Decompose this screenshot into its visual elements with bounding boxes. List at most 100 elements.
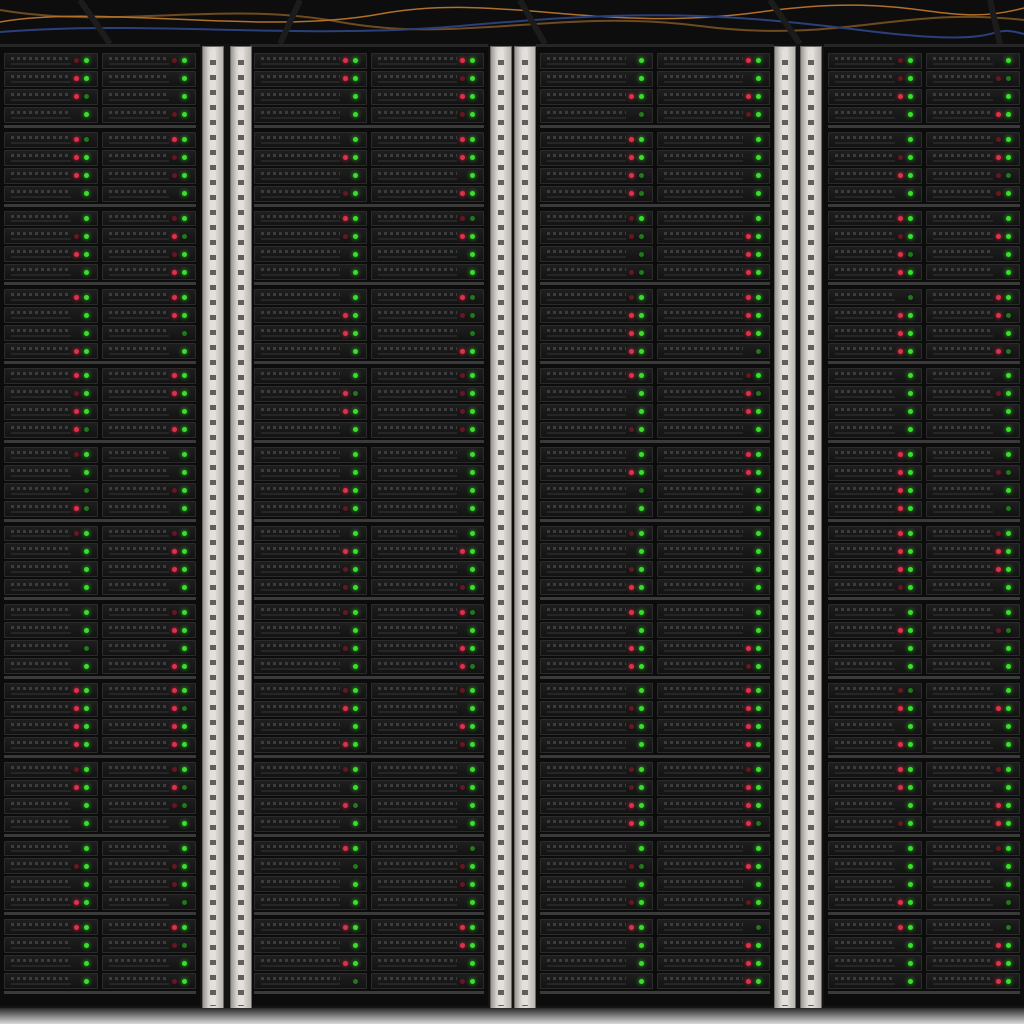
status-led-icon (908, 269, 913, 275)
drive-tray (371, 761, 484, 778)
status-led-icon (470, 978, 475, 984)
status-led-icon (908, 663, 913, 669)
status-led-icon (996, 391, 1001, 397)
status-led-icon (470, 821, 475, 827)
server-chassis (4, 368, 196, 443)
status-led-icon (182, 330, 187, 336)
status-led-icon (182, 566, 187, 572)
drive-bay (371, 131, 484, 202)
status-led-icon (1006, 76, 1011, 82)
server-chassis (254, 683, 484, 758)
status-led-icon (629, 609, 634, 615)
status-led-icon (756, 58, 761, 64)
status-led-icon (84, 191, 89, 197)
status-led-icon (172, 373, 177, 379)
drive-tray (102, 973, 196, 989)
status-led-icon (639, 409, 644, 415)
status-led-icon (1006, 821, 1011, 827)
status-led-icon (1006, 312, 1011, 318)
status-led-icon (84, 706, 89, 712)
status-led-icon (908, 191, 913, 197)
drive-tray (828, 421, 922, 438)
status-led-icon (746, 663, 751, 669)
drive-tray (657, 561, 770, 578)
status-led-icon (908, 312, 913, 318)
server-chassis (828, 446, 1020, 522)
status-led-icon (182, 173, 187, 179)
drive-tray (102, 421, 196, 438)
status-led-icon (898, 173, 903, 179)
drive-tray (657, 622, 770, 639)
server-chassis (540, 604, 770, 679)
drive-bay (254, 289, 367, 359)
status-led-icon (1006, 409, 1011, 415)
drive-tray (657, 973, 770, 989)
drive-tray (102, 53, 196, 69)
drive-tray (657, 210, 770, 227)
drive-tray (828, 446, 922, 463)
drive-tray (540, 307, 653, 324)
status-led-icon (460, 112, 465, 118)
drive-tray (926, 840, 1020, 857)
status-led-icon (639, 821, 644, 827)
status-led-icon (182, 724, 187, 730)
status-led-icon (639, 294, 644, 300)
drive-tray (828, 482, 922, 499)
status-led-icon (470, 924, 475, 930)
drive-tray (657, 325, 770, 342)
status-led-icon (898, 330, 903, 336)
drive-tray (828, 307, 922, 324)
status-led-icon (470, 94, 475, 100)
drive-tray (371, 131, 484, 148)
status-led-icon (898, 215, 903, 221)
status-led-icon (84, 609, 89, 615)
drive-tray (254, 543, 367, 560)
drive-tray (102, 683, 196, 699)
status-led-icon (746, 942, 751, 948)
drive-tray (657, 815, 770, 832)
status-led-icon (996, 767, 1001, 773)
server-chassis (828, 289, 1020, 364)
drive-tray (4, 246, 98, 263)
status-led-icon (756, 312, 761, 318)
status-led-icon (746, 803, 751, 809)
status-led-icon (353, 645, 358, 651)
drive-tray (102, 604, 196, 621)
drive-bay (254, 210, 367, 281)
drive-bay (926, 289, 1020, 359)
server-chassis (254, 604, 484, 679)
status-led-icon (756, 506, 761, 512)
drive-tray (828, 131, 922, 148)
status-led-icon (84, 58, 89, 64)
status-led-icon (756, 881, 761, 887)
status-led-icon (908, 155, 913, 161)
drive-tray (926, 385, 1020, 402)
drive-tray (657, 307, 770, 324)
status-led-icon (353, 863, 358, 869)
status-led-icon (898, 488, 903, 494)
drive-tray (657, 421, 770, 438)
drive-tray (540, 167, 653, 184)
status-led-icon (172, 767, 177, 773)
drive-bay (4, 210, 98, 281)
status-led-icon (460, 548, 465, 554)
drive-tray (828, 604, 922, 621)
drive-tray (926, 761, 1020, 778)
drive-tray (4, 604, 98, 621)
drive-tray (828, 797, 922, 814)
status-led-icon (756, 373, 761, 379)
drive-tray (828, 53, 922, 69)
status-led-icon (182, 845, 187, 851)
drive-tray (371, 543, 484, 560)
status-led-icon (639, 863, 644, 869)
status-led-icon (182, 548, 187, 554)
drive-bay (371, 683, 484, 753)
status-led-icon (639, 881, 644, 887)
drive-bay (4, 446, 98, 517)
status-led-icon (908, 76, 913, 82)
overhead-cabling (0, 0, 1024, 44)
status-led-icon (996, 155, 1001, 161)
drive-tray (828, 955, 922, 972)
status-led-icon (74, 391, 79, 397)
status-led-icon (908, 960, 913, 966)
